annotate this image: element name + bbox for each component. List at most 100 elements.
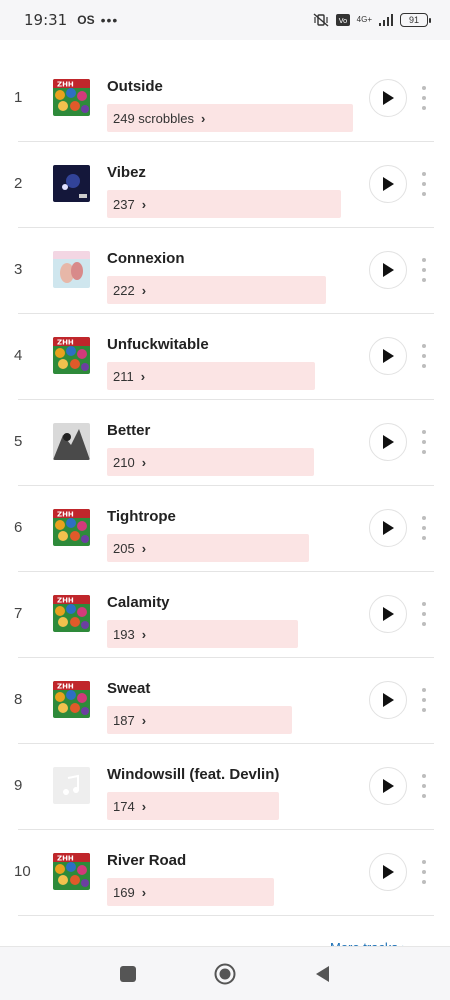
play-icon	[383, 693, 394, 707]
track-title[interactable]: Tightrope	[107, 508, 176, 525]
scrobble-count-bar[interactable]: 222 ›	[107, 276, 326, 304]
track-options-button[interactable]	[417, 860, 431, 884]
play-icon	[383, 865, 394, 879]
play-icon	[383, 435, 394, 449]
svg-text:ZHH: ZHH	[57, 339, 74, 347]
track-rank: 1	[14, 89, 23, 106]
system-nav-bar	[0, 946, 450, 1000]
track-row[interactable]: 2 Vibez 237 ›	[0, 142, 450, 228]
track-row[interactable]: 8 ZHH Sweat 187 ›	[0, 658, 450, 744]
track-list: 1 ZHH Outside 249 scrobbles › 2 Vibez 237 › 3 Conn…	[0, 56, 450, 916]
status-time: 19:31	[24, 11, 68, 29]
track-options-button[interactable]	[417, 688, 431, 712]
track-row[interactable]: 7 ZHH Calamity 193 ›	[0, 572, 450, 658]
triangle-back-icon	[316, 966, 329, 982]
svg-text:ZHH: ZHH	[57, 511, 74, 519]
scrobble-count-bar[interactable]: 193 ›	[107, 620, 298, 648]
play-button[interactable]	[369, 337, 407, 375]
track-title[interactable]: Unfuckwitable	[107, 336, 209, 353]
row-divider	[18, 915, 434, 916]
play-button[interactable]	[369, 423, 407, 461]
carrier-badge: OS	[77, 13, 95, 27]
kebab-menu-icon	[422, 516, 426, 520]
album-art	[53, 767, 90, 804]
play-button[interactable]	[369, 853, 407, 891]
chevron-right-icon: ›	[141, 196, 147, 212]
svg-text:ZHH: ZHH	[57, 81, 74, 89]
play-icon	[383, 349, 394, 363]
track-options-button[interactable]	[417, 258, 431, 282]
scrobble-count-bar[interactable]: 211 ›	[107, 362, 315, 390]
chevron-right-icon: ›	[141, 454, 147, 470]
kebab-menu-icon	[422, 688, 426, 692]
track-options-button[interactable]	[417, 602, 431, 626]
track-rank: 8	[14, 691, 23, 708]
track-options-button[interactable]	[417, 86, 431, 110]
track-row[interactable]: 9 Windowsill (feat. Devlin) 174 ›	[0, 744, 450, 830]
svg-text:ZHH: ZHH	[57, 855, 74, 863]
scrobble-count-bar[interactable]: 210 ›	[107, 448, 314, 476]
back-button[interactable]	[312, 963, 334, 985]
kebab-menu-icon	[422, 344, 426, 348]
track-title[interactable]: Windowsill (feat. Devlin)	[107, 766, 279, 783]
scrobble-count-bar[interactable]: 174 ›	[107, 792, 279, 820]
track-options-button[interactable]	[417, 774, 431, 798]
scrobble-count-bar[interactable]: 169 ›	[107, 878, 274, 906]
recents-button[interactable]	[117, 963, 139, 985]
scrobble-count-bar[interactable]: 249 scrobbles ›	[107, 104, 353, 132]
track-title[interactable]: Connexion	[107, 250, 185, 267]
album-art	[53, 423, 90, 460]
scrobble-count: 174	[113, 798, 135, 814]
track-title[interactable]: Calamity	[107, 594, 170, 611]
scrobble-count-bar[interactable]: 187 ›	[107, 706, 292, 734]
play-button[interactable]	[369, 165, 407, 203]
play-button[interactable]	[369, 251, 407, 289]
track-title[interactable]: Better	[107, 422, 150, 439]
play-button[interactable]	[369, 681, 407, 719]
play-button[interactable]	[369, 595, 407, 633]
play-icon	[383, 177, 394, 191]
scrobble-count-bar[interactable]: 237 ›	[107, 190, 341, 218]
track-title[interactable]: Outside	[107, 78, 163, 95]
track-row[interactable]: 4 ZHH Unfuckwitable 211 ›	[0, 314, 450, 400]
track-title[interactable]: Vibez	[107, 164, 146, 181]
track-options-button[interactable]	[417, 172, 431, 196]
track-rank: 10	[14, 863, 31, 880]
volte-icon: Vo	[335, 14, 350, 26]
play-button[interactable]	[369, 767, 407, 805]
square-icon	[120, 966, 136, 982]
network-type: 4G+	[356, 15, 372, 24]
track-row[interactable]: 6 ZHH Tightrope 205 ›	[0, 486, 450, 572]
chevron-right-icon: ›	[141, 712, 147, 728]
track-title[interactable]: Sweat	[107, 680, 150, 697]
track-title[interactable]: River Road	[107, 852, 186, 869]
scrobble-count: 187	[113, 712, 135, 728]
home-button[interactable]	[214, 963, 236, 985]
scrobble-count-bar[interactable]: 205 ›	[107, 534, 309, 562]
track-options-button[interactable]	[417, 344, 431, 368]
album-art	[53, 165, 90, 202]
signal-icon	[379, 14, 393, 26]
chevron-right-icon: ›	[140, 368, 146, 384]
album-art: ZHH	[53, 79, 90, 116]
svg-text:ZHH: ZHH	[57, 597, 74, 605]
track-row[interactable]: 1 ZHH Outside 249 scrobbles ›	[0, 56, 450, 142]
track-row[interactable]: 5 Better 210 ›	[0, 400, 450, 486]
play-icon	[383, 607, 394, 621]
scrobble-count: 249 scrobbles	[113, 110, 194, 126]
play-button[interactable]	[369, 509, 407, 547]
svg-text:Vo: Vo	[338, 17, 347, 25]
track-options-button[interactable]	[417, 430, 431, 454]
track-row[interactable]: 3 Connexion 222 ›	[0, 228, 450, 314]
album-art: ZHH	[53, 337, 90, 374]
track-rank: 2	[14, 175, 23, 192]
more-notifications-icon: •••	[100, 12, 119, 28]
kebab-menu-icon	[422, 258, 426, 262]
chevron-right-icon: ›	[141, 626, 147, 642]
kebab-menu-icon	[422, 774, 426, 778]
track-options-button[interactable]	[417, 516, 431, 540]
track-row[interactable]: 10 ZHH River Road 169 ›	[0, 830, 450, 916]
play-button[interactable]	[369, 79, 407, 117]
track-rank: 6	[14, 519, 23, 536]
play-icon	[383, 91, 394, 105]
